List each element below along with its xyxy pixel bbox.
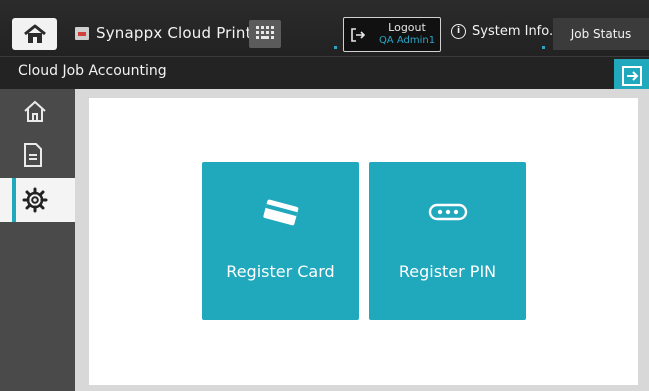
job-status-button[interactable]: Job Status [553, 18, 649, 50]
system-info-button[interactable]: i System Info. [451, 24, 553, 39]
logged-in-user: QA Admin1 [378, 35, 436, 46]
title-bar: Cloud Job Accounting [0, 56, 649, 92]
register-card-label: Register Card [226, 262, 335, 281]
register-pin-label: Register PIN [398, 262, 497, 281]
card-icon [202, 197, 359, 227]
logout-button[interactable]: Logout QA Admin1 [343, 17, 441, 52]
info-icon: i [451, 24, 466, 39]
exit-button[interactable] [614, 59, 649, 92]
home-icon [23, 24, 46, 43]
app-icon [75, 27, 89, 40]
register-pin-button[interactable]: Register PIN [369, 162, 526, 320]
register-card-button[interactable]: Register Card [202, 162, 359, 320]
sidebar-item-settings[interactable] [0, 178, 75, 222]
keyboard-icon [256, 26, 274, 39]
keyboard-button[interactable] [249, 20, 281, 48]
page-title: Cloud Job Accounting [18, 63, 167, 79]
document-icon [24, 143, 42, 167]
system-info-label: System Info. [472, 24, 554, 39]
logout-label: Logout [388, 21, 426, 34]
pin-icon [369, 197, 526, 227]
exit-icon [621, 65, 642, 86]
content-panel [89, 98, 638, 385]
dropdown-indicator [334, 46, 337, 49]
app-title[interactable]: Synappx Cloud Print [96, 24, 252, 42]
settings-gear-icon [22, 187, 48, 213]
sidebar-item-document[interactable] [0, 133, 75, 177]
dropdown-indicator [542, 46, 545, 49]
home-icon [24, 100, 46, 122]
logout-icon [351, 28, 366, 42]
sidebar [0, 89, 75, 391]
sidebar-item-home[interactable] [0, 89, 75, 133]
top-bar: Synappx Cloud Print Logout QA Admin1 i S… [0, 0, 649, 56]
home-button[interactable] [12, 18, 57, 50]
